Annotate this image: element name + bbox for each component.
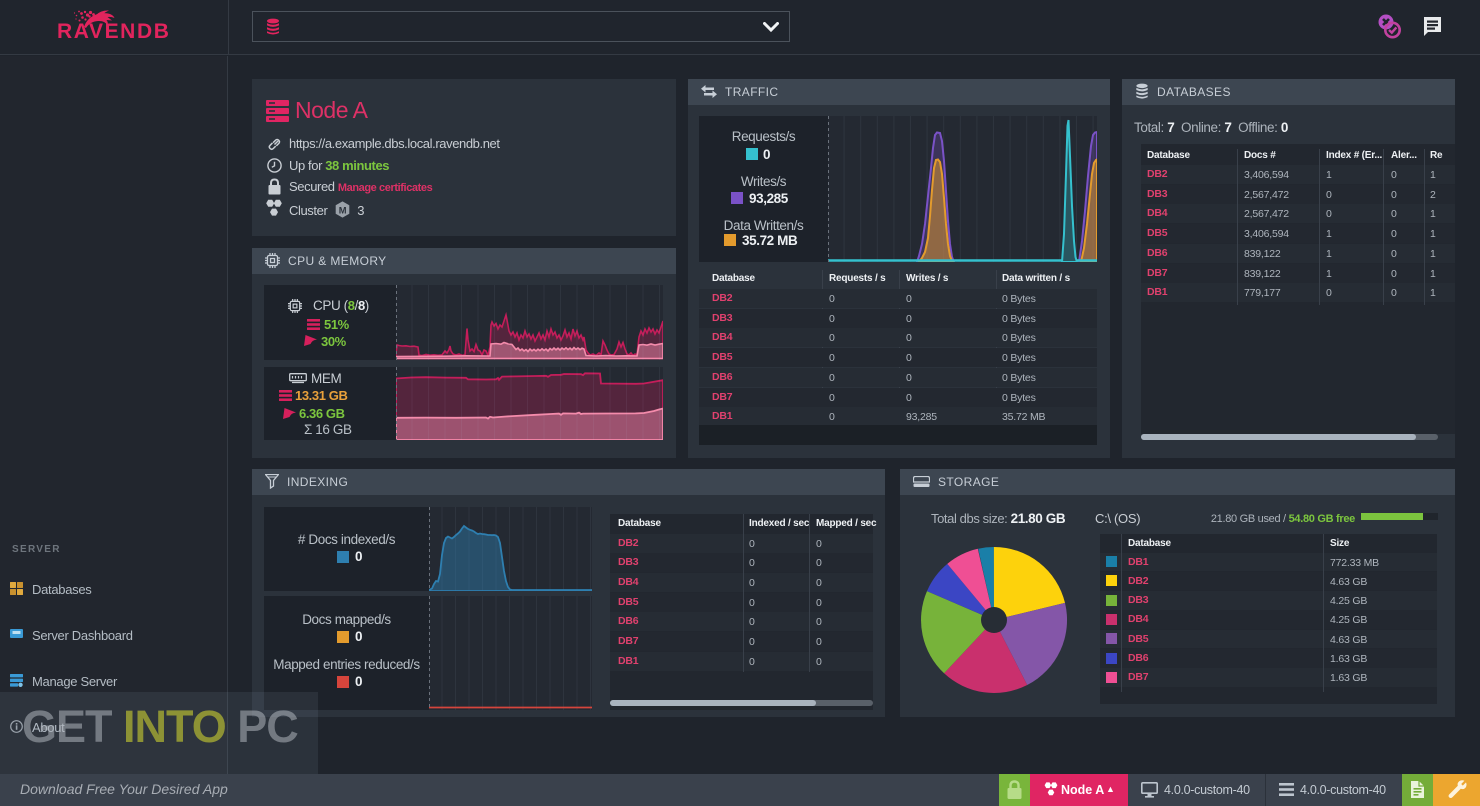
svg-text:M: M (339, 205, 347, 215)
